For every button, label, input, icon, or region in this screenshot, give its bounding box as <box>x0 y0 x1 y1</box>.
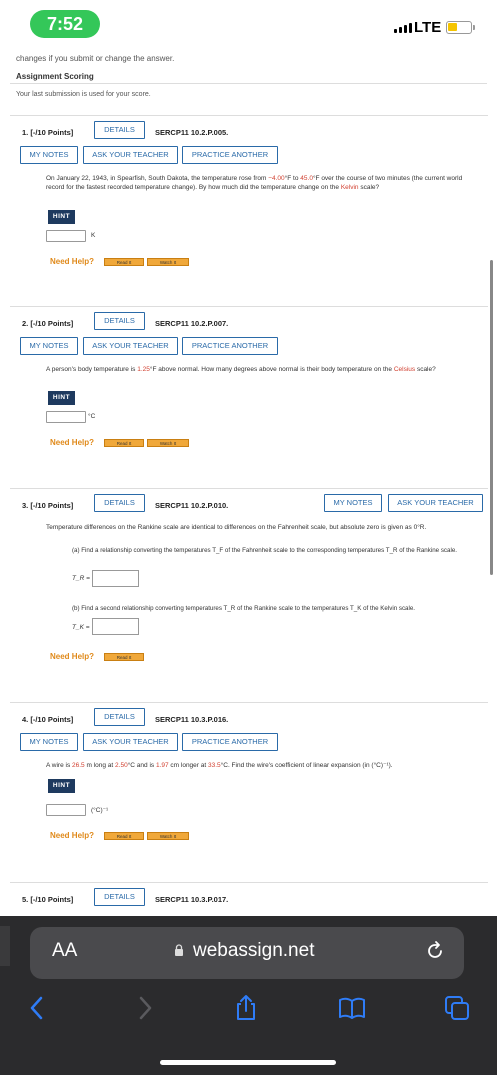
url-text[interactable]: webassign.net <box>193 940 314 962</box>
question-4-card: 4. [-/10 Points] DETAILS SERCP11 10.3.P.… <box>10 702 488 874</box>
q2-unit: °C <box>88 413 96 420</box>
assignment-scoring-text: Your last submission is used for your sc… <box>16 91 151 98</box>
page-content: changes if you submit or change the answ… <box>0 52 497 916</box>
q4-hint-button[interactable]: HINT <box>48 779 75 793</box>
q2-watch-it-button[interactable]: Watch It <box>147 439 189 447</box>
assignment-scoring-title: Assignment Scoring <box>16 72 94 81</box>
q1-my-notes-button[interactable]: MY NOTES <box>20 146 78 164</box>
q3-details-button[interactable]: DETAILS <box>94 494 145 512</box>
q3-part-b-label: T_K = <box>72 624 90 631</box>
network-label: LTE <box>414 19 442 36</box>
question-3-header: 3. [-/10 Points] <box>22 501 74 510</box>
question-1-header: 1. [-/10 Points] <box>22 128 74 137</box>
question-5-card: 5. [-/10 Points] DETAILS SERCP11 10.3.P.… <box>10 882 488 916</box>
q2-my-notes-button[interactable]: MY NOTES <box>20 337 78 355</box>
forward-icon[interactable] <box>130 994 158 1022</box>
q4-read-it-button[interactable]: Read It <box>104 832 144 840</box>
q4-ask-teacher-button[interactable]: ASK YOUR TEACHER <box>83 733 178 751</box>
reload-icon[interactable] <box>424 940 446 962</box>
back-icon[interactable] <box>24 994 52 1022</box>
question-1-code: SERCP11 10.2.P.005. <box>155 128 229 137</box>
text-size-button[interactable]: AA <box>52 940 77 962</box>
q2-practice-another-button[interactable]: PRACTICE ANOTHER <box>182 337 278 355</box>
question-5-code: SERCP11 10.3.P.017. <box>155 895 229 904</box>
q2-ask-teacher-button[interactable]: ASK YOUR TEACHER <box>83 337 178 355</box>
question-2-card: 2. [-/10 Points] DETAILS SERCP11 10.2.P.… <box>10 306 488 481</box>
signal-bars-icon <box>394 23 412 33</box>
question-1-text: On January 22, 1943, in Spearfish, South… <box>46 175 463 191</box>
q4-need-help-label: Need Help? <box>50 831 95 840</box>
share-icon[interactable] <box>232 994 260 1022</box>
q2-read-it-button[interactable]: Read It <box>104 439 144 447</box>
question-3-card: 3. [-/10 Points] DETAILS SERCP11 10.2.P.… <box>10 488 488 693</box>
q3-part-a-label: T_R = <box>72 575 90 582</box>
q4-unit: (°C)⁻¹ <box>91 807 109 814</box>
q1-practice-another-button[interactable]: PRACTICE ANOTHER <box>182 146 278 164</box>
q1-ask-teacher-button[interactable]: ASK YOUR TEACHER <box>83 146 178 164</box>
q1-need-help-label: Need Help? <box>50 257 95 266</box>
q2-hint-button[interactable]: HINT <box>48 391 75 405</box>
q4-my-notes-button[interactable]: MY NOTES <box>20 733 78 751</box>
q4-practice-another-button[interactable]: PRACTICE ANOTHER <box>182 733 278 751</box>
question-5-header: 5. [-/10 Points] <box>22 895 74 904</box>
q4-details-button[interactable]: DETAILS <box>94 708 145 726</box>
q1-watch-it-button[interactable]: Watch It <box>147 258 189 266</box>
clock: 7:52 <box>30 10 100 38</box>
question-4-header: 4. [-/10 Points] <box>22 715 74 724</box>
question-1-card: 1. [-/10 Points] DETAILS SERCP11 10.2.P.… <box>10 115 488 295</box>
q2-details-button[interactable]: DETAILS <box>94 312 145 330</box>
edge-tab <box>0 926 10 966</box>
lock-icon <box>175 944 183 956</box>
q1-unit: K <box>91 232 96 239</box>
q4-watch-it-button[interactable]: Watch It <box>147 832 189 840</box>
question-4-code: SERCP11 10.3.P.016. <box>155 715 229 724</box>
scrollbar[interactable] <box>490 260 493 575</box>
bookmarks-icon[interactable] <box>338 994 366 1022</box>
q2-need-help-label: Need Help? <box>50 438 95 447</box>
status-bar: 7:52 LTE <box>0 0 497 52</box>
q1-details-button[interactable]: DETAILS <box>94 121 145 139</box>
q2-answer-input[interactable] <box>46 411 86 423</box>
q1-read-it-button[interactable]: Read It <box>104 258 144 266</box>
question-3-part-b: (b) Find a second relationship convertin… <box>72 605 416 612</box>
q4-answer-input[interactable] <box>46 804 86 816</box>
question-3-text: Temperature differences on the Rankine s… <box>46 524 427 531</box>
question-4-text: A wire is 26.5 m long at 2.50°C and is 1… <box>46 762 393 769</box>
cut-off-text: changes if you submit or change the answ… <box>16 54 175 63</box>
question-2-header: 2. [-/10 Points] <box>22 319 74 328</box>
q5-details-button[interactable]: DETAILS <box>94 888 145 906</box>
question-3-code: SERCP11 10.2.P.010. <box>155 501 229 510</box>
tabs-icon[interactable] <box>443 994 471 1022</box>
q3-read-it-button[interactable]: Read It <box>104 653 144 661</box>
q3-ask-teacher-button[interactable]: ASK YOUR TEACHER <box>388 494 483 512</box>
home-indicator <box>160 1060 336 1065</box>
q3-part-a-input[interactable] <box>92 570 139 587</box>
battery-icon <box>446 21 472 34</box>
q1-hint-button[interactable]: HINT <box>48 210 75 224</box>
question-2-code: SERCP11 10.2.P.007. <box>155 319 229 328</box>
q3-part-b-input[interactable] <box>92 618 139 635</box>
question-3-part-a: (a) Find a relationship converting the t… <box>72 547 457 554</box>
q1-answer-input[interactable] <box>46 230 86 242</box>
question-2-text: A person's body temperature is 1.25°F ab… <box>46 366 436 373</box>
q3-my-notes-button[interactable]: MY NOTES <box>324 494 382 512</box>
q3-need-help-label: Need Help? <box>50 652 95 661</box>
battery-tip-icon <box>473 25 475 30</box>
divider <box>10 83 487 84</box>
